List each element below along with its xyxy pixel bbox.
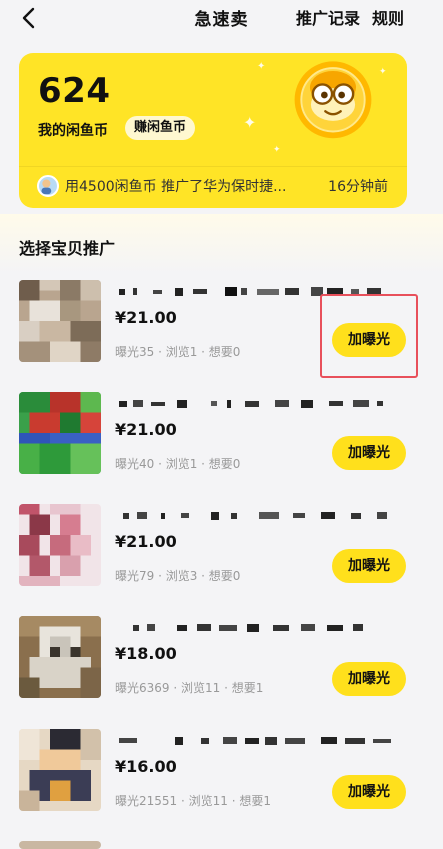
item-stats: 曝光79 · 浏览3 · 想要0	[115, 569, 241, 583]
section-title: 选择宝贝推广	[19, 239, 116, 258]
coin-mascot-icon	[294, 61, 372, 139]
list-item: ¥21.00 曝光40 · 浏览1 · 想要0 加曝光	[0, 392, 443, 502]
list-item: ¥18.00 曝光6369 · 浏览11 · 想要1 加曝光	[0, 616, 443, 726]
item-stats: 曝光6369 · 浏览11 · 想要1	[115, 681, 264, 695]
pixelated-image-icon	[19, 729, 101, 811]
item-title-redacted	[119, 737, 391, 745]
pixelated-image-icon	[19, 280, 101, 362]
item-stats: 曝光21551 · 浏览11 · 想要1	[115, 794, 271, 808]
earn-coins-button[interactable]: 赚闲鱼币	[125, 116, 196, 140]
pixelated-image-icon	[19, 392, 101, 474]
list-item: ¥16.00 曝光21551 · 浏览11 · 想要1 加曝光	[0, 729, 443, 839]
item-price: ¥21.00	[115, 532, 177, 551]
item-thumbnail[interactable]	[19, 504, 101, 586]
coin-count: 624	[38, 71, 111, 111]
list-item	[0, 841, 443, 849]
boost-exposure-button[interactable]: 加曝光	[332, 662, 406, 696]
boost-exposure-button[interactable]: 加曝光	[332, 775, 406, 809]
sparkle-icon: ✦	[273, 145, 281, 155]
promo-ticker-time: 16分钟前	[328, 179, 388, 195]
item-thumbnail[interactable]	[19, 392, 101, 474]
promo-ticker-text: 用4500闲鱼币 推广了华为保时捷...	[65, 179, 287, 195]
item-title-redacted	[123, 512, 387, 520]
highlight-box	[320, 294, 418, 378]
item-thumbnail[interactable]	[19, 841, 101, 849]
rules-link[interactable]: 规则	[372, 5, 404, 29]
item-price: ¥18.00	[115, 644, 177, 663]
sparkle-icon: ✦	[257, 61, 266, 72]
list-item: ¥21.00 曝光79 · 浏览3 · 想要0 加曝光	[0, 504, 443, 614]
top-nav-bar: 急速卖 推广记录 规则	[0, 0, 443, 34]
promo-records-link[interactable]: 推广记录	[296, 5, 360, 29]
boost-exposure-button[interactable]: 加曝光	[332, 436, 406, 470]
item-title-redacted	[133, 624, 363, 632]
avatar	[37, 175, 59, 197]
sparkle-icon: ✦	[243, 113, 257, 132]
pixelated-image-icon	[19, 616, 101, 698]
coin-label: 我的闲鱼币	[38, 123, 108, 139]
item-thumbnail[interactable]	[19, 280, 101, 362]
boost-exposure-button[interactable]: 加曝光	[332, 549, 406, 583]
coin-card: 624 我的闲鱼币 赚闲鱼币 ✦ ✦ ✦ ✦ 用4500闲鱼币 推广了华为保时捷…	[19, 53, 407, 208]
item-thumbnail[interactable]	[19, 729, 101, 811]
card-divider	[19, 166, 407, 167]
pixelated-image-icon	[19, 504, 101, 586]
item-price: ¥16.00	[115, 757, 177, 776]
item-price: ¥21.00	[115, 420, 177, 439]
item-stats: 曝光35 · 浏览1 · 想要0	[115, 345, 241, 359]
item-thumbnail[interactable]	[19, 616, 101, 698]
item-stats: 曝光40 · 浏览1 · 想要0	[115, 457, 241, 471]
item-price: ¥21.00	[115, 308, 177, 327]
item-title-redacted	[119, 400, 383, 408]
